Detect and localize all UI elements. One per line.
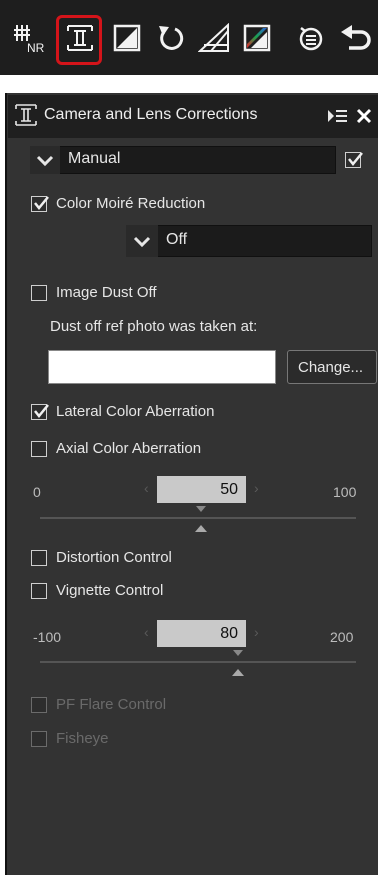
color-moire-value: Off bbox=[166, 231, 188, 248]
change-button-label: Change... bbox=[298, 359, 364, 376]
increment-arrow-icon[interactable]: › bbox=[254, 624, 259, 640]
nr-text: NR bbox=[27, 41, 45, 55]
axial-color-aberration-label: Axial Color Aberration bbox=[56, 440, 202, 457]
dust-ref-field[interactable] bbox=[48, 350, 276, 384]
vignette-min-label: -100 bbox=[33, 629, 62, 645]
preset-value: Manual bbox=[68, 150, 121, 167]
change-button[interactable]: Change... bbox=[287, 350, 377, 384]
color-moire-dropdown[interactable] bbox=[126, 225, 372, 257]
color-balance-icon[interactable] bbox=[240, 16, 274, 60]
axial-min-label: 0 bbox=[33, 484, 41, 500]
axial-value-field[interactable]: 50 bbox=[157, 476, 246, 503]
distortion-control-label: Distortion Control bbox=[56, 549, 172, 566]
vignette-max-label: 200 bbox=[330, 629, 354, 645]
image-dust-off-label: Image Dust Off bbox=[56, 284, 157, 301]
chevron-down-icon[interactable] bbox=[126, 225, 158, 257]
dust-ref-note: Dust off ref photo was taken at: bbox=[50, 318, 258, 335]
vignette-control-checkbox[interactable] bbox=[31, 583, 47, 599]
lateral-color-aberration-checkbox[interactable] bbox=[31, 404, 49, 420]
noise-reduction-icon[interactable]: NR bbox=[12, 16, 50, 60]
vignette-value-field[interactable]: 80 bbox=[157, 620, 246, 647]
axial-slider-thumb[interactable] bbox=[193, 506, 209, 536]
undo-icon[interactable] bbox=[336, 16, 374, 60]
vignette-slider-track[interactable] bbox=[40, 661, 356, 663]
panel-title: Camera and Lens Corrections bbox=[44, 106, 258, 123]
perspective-icon[interactable] bbox=[196, 16, 232, 60]
toolbar: NR bbox=[0, 0, 378, 75]
color-moire-checkbox[interactable] bbox=[31, 196, 49, 212]
chevron-down-icon[interactable] bbox=[30, 146, 60, 174]
color-moire-label: Color Moiré Reduction bbox=[56, 195, 206, 212]
lateral-color-aberration-label: Lateral Color Aberration bbox=[56, 403, 215, 420]
decrement-arrow-icon[interactable]: ‹ bbox=[144, 480, 149, 496]
pf-flare-control-checkbox bbox=[31, 697, 47, 713]
vignette-slider-thumb[interactable] bbox=[230, 650, 246, 680]
panel-menu-icon[interactable] bbox=[328, 108, 348, 128]
increment-arrow-icon[interactable]: › bbox=[254, 480, 259, 496]
exposure-compensation-icon[interactable] bbox=[110, 16, 144, 60]
panel-lens-icon bbox=[14, 103, 38, 131]
camera-lens-corrections-icon[interactable] bbox=[62, 16, 98, 60]
pf-flare-control-label: PF Flare Control bbox=[56, 696, 167, 713]
axial-max-label: 100 bbox=[333, 484, 357, 500]
preset-apply-checkbox[interactable] bbox=[345, 152, 363, 168]
distortion-control-checkbox[interactable] bbox=[31, 550, 47, 566]
close-icon[interactable] bbox=[356, 108, 372, 128]
fisheye-checkbox bbox=[31, 731, 47, 747]
image-dust-off-checkbox[interactable] bbox=[31, 285, 47, 301]
axial-color-aberration-checkbox[interactable] bbox=[31, 441, 47, 457]
decrement-arrow-icon[interactable]: ‹ bbox=[144, 624, 149, 640]
fisheye-label: Fisheye bbox=[56, 730, 109, 747]
vignette-control-label: Vignette Control bbox=[56, 582, 164, 599]
rotate-icon[interactable] bbox=[152, 16, 188, 60]
adjustment-history-icon[interactable] bbox=[294, 16, 328, 60]
